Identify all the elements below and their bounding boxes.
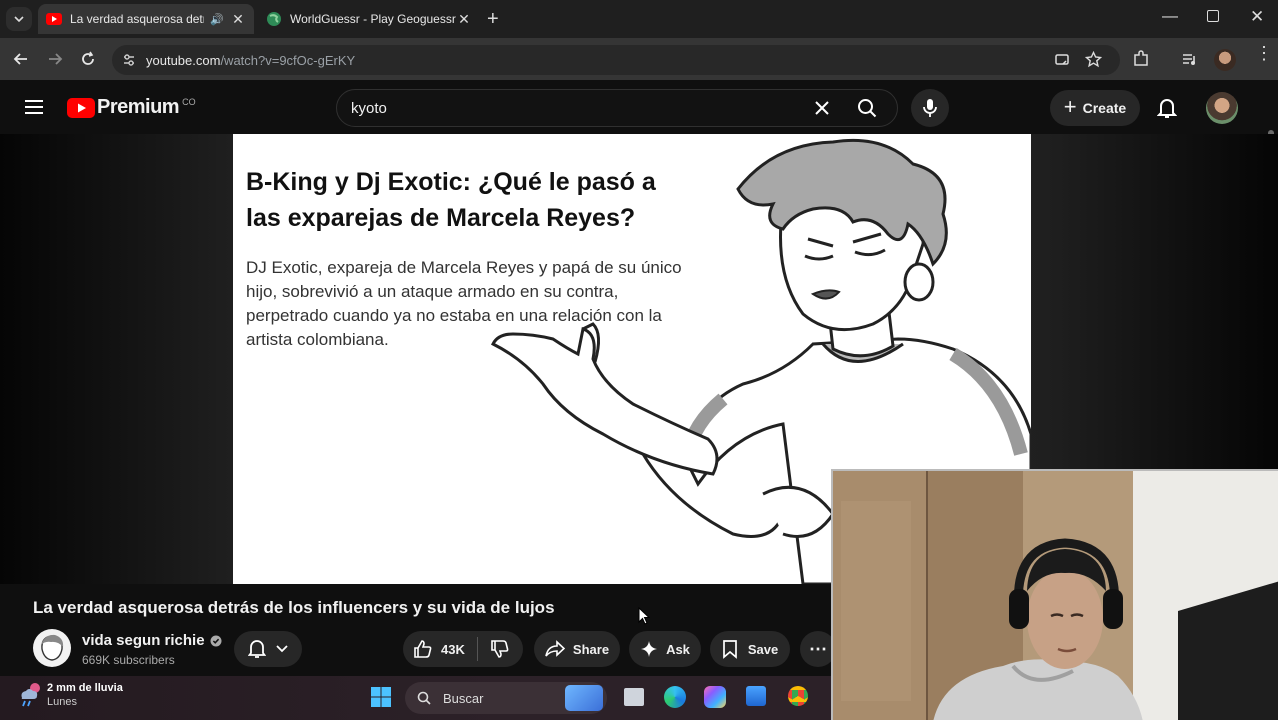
chrome-icon[interactable] bbox=[788, 686, 808, 706]
like-count: 43K bbox=[441, 641, 465, 657]
verified-badge-icon bbox=[210, 635, 222, 646]
youtube-favicon-icon bbox=[46, 13, 62, 25]
chevron-down-icon bbox=[276, 645, 288, 653]
weather-text: 2 mm de lluvia bbox=[47, 682, 123, 694]
youtube-premium-logo[interactable]: Premium CO bbox=[67, 96, 196, 119]
restore-button[interactable] bbox=[1207, 10, 1219, 22]
channel-name[interactable]: vida segun richie bbox=[82, 632, 205, 649]
logo-text: Premium bbox=[97, 96, 180, 118]
forward-button[interactable] bbox=[46, 50, 64, 68]
reload-icon bbox=[82, 51, 94, 65]
search-box[interactable]: kyoto bbox=[336, 89, 898, 127]
windows-start-icon[interactable] bbox=[370, 686, 392, 708]
url-host: youtube.com bbox=[146, 52, 221, 68]
extensions-icon[interactable] bbox=[1132, 50, 1150, 68]
address-bar[interactable]: youtube.com/watch?v=9cfOc-gErKY bbox=[112, 45, 1120, 75]
sparkle-icon bbox=[641, 641, 658, 657]
bell-icon bbox=[248, 640, 266, 658]
microsoft-store-icon[interactable] bbox=[746, 686, 766, 706]
tab-title: La verdad asquerosa detrás de los influe… bbox=[70, 12, 204, 26]
tab-title: WorldGuessr - Play Geoguessr Free bbox=[290, 12, 456, 26]
subscribe-notification-button[interactable] bbox=[234, 631, 302, 667]
youtube-logo-icon bbox=[67, 97, 95, 118]
like-button[interactable]: 43K bbox=[413, 639, 465, 659]
weather-widget[interactable]: 2 mm de lluvia Lunes bbox=[16, 681, 123, 709]
search-input[interactable]: kyoto bbox=[351, 100, 387, 117]
share-icon bbox=[545, 640, 565, 657]
voice-search-button[interactable] bbox=[911, 89, 949, 127]
media-controls-icon[interactable] bbox=[1181, 50, 1199, 68]
tab-worldguessr[interactable]: WorldGuessr - Play Geoguessr Free ✕ bbox=[258, 4, 480, 34]
profile-avatar[interactable] bbox=[1214, 49, 1236, 71]
site-info-icon[interactable] bbox=[122, 53, 136, 67]
taskbar-search-placeholder: Buscar bbox=[443, 690, 484, 706]
plus-icon: + bbox=[1063, 94, 1077, 119]
browser-tab-bar: La verdad asquerosa detrás de los influe… bbox=[0, 0, 1278, 38]
create-label: Create bbox=[1082, 100, 1127, 116]
speaker-icon: 🔊 bbox=[210, 13, 224, 26]
new-tab-button[interactable]: + bbox=[487, 8, 499, 31]
close-window-button[interactable]: ✕ bbox=[1250, 7, 1264, 27]
taskbar-search-box[interactable]: Buscar bbox=[405, 682, 607, 714]
back-button[interactable] bbox=[12, 50, 30, 68]
webcam-feed-image bbox=[833, 471, 1278, 720]
more-horizontal-icon: ⋯ bbox=[809, 638, 827, 659]
ask-button[interactable]: Ask bbox=[629, 631, 701, 667]
rain-cloud-icon bbox=[21, 683, 40, 707]
ask-label: Ask bbox=[666, 641, 690, 657]
channel-avatar[interactable] bbox=[33, 629, 71, 667]
globe-favicon-icon bbox=[267, 12, 281, 26]
arrow-right-icon bbox=[49, 53, 63, 65]
reload-button[interactable] bbox=[79, 50, 97, 68]
microphone-icon bbox=[923, 99, 937, 117]
channel-name-row[interactable]: vida segun richie bbox=[82, 632, 222, 649]
webcam-overlay bbox=[831, 469, 1278, 720]
like-dislike-group: 43K bbox=[403, 631, 523, 667]
share-button[interactable]: Share bbox=[534, 631, 620, 667]
channel-avatar-drawing bbox=[41, 634, 64, 661]
mouse-cursor-icon bbox=[638, 607, 650, 625]
close-tab-icon[interactable]: ✕ bbox=[230, 11, 246, 28]
hamburger-menu-icon[interactable] bbox=[24, 98, 44, 116]
copilot-icon[interactable] bbox=[704, 686, 726, 708]
browser-menu-button[interactable]: ⋮ bbox=[1255, 44, 1273, 62]
search-icon bbox=[417, 691, 431, 705]
save-label: Save bbox=[747, 641, 779, 657]
close-tab-icon[interactable]: ✕ bbox=[456, 11, 472, 28]
account-avatar[interactable] bbox=[1206, 92, 1238, 124]
tab-search-button[interactable] bbox=[6, 7, 32, 31]
subscriber-count: 669K subscribers bbox=[82, 653, 175, 667]
weather-day: Lunes bbox=[47, 696, 77, 708]
edge-browser-icon[interactable] bbox=[664, 686, 686, 708]
thumbs-up-icon bbox=[414, 640, 432, 658]
clear-search-icon[interactable] bbox=[814, 100, 830, 116]
bookmark-star-icon[interactable] bbox=[1085, 51, 1102, 68]
url-path: /watch?v=9cfOc-gErKY bbox=[220, 52, 356, 68]
thumbs-down-icon[interactable] bbox=[490, 639, 510, 659]
save-button[interactable]: Save bbox=[710, 631, 790, 667]
region-code: CO bbox=[182, 96, 196, 107]
url-text: youtube.com/watch?v=9cfOc-gErKY bbox=[146, 53, 355, 68]
video-title: La verdad asquerosa detrás de los influe… bbox=[33, 598, 555, 617]
tab-youtube[interactable]: La verdad asquerosa detrás de los influe… bbox=[38, 4, 254, 34]
search-highlight-image bbox=[565, 685, 603, 711]
search-icon[interactable] bbox=[857, 98, 877, 118]
arrow-left-icon bbox=[13, 53, 27, 65]
minimize-button[interactable]: — bbox=[1162, 8, 1178, 26]
share-label: Share bbox=[572, 641, 610, 657]
chevron-down-icon bbox=[14, 16, 24, 23]
task-view-icon[interactable] bbox=[624, 688, 644, 706]
like-divider bbox=[476, 637, 478, 661]
notifications-bell-icon[interactable] bbox=[1157, 97, 1177, 119]
cast-icon[interactable] bbox=[1054, 52, 1070, 68]
bookmark-icon bbox=[722, 640, 737, 659]
create-button[interactable]: + Create bbox=[1050, 90, 1140, 126]
